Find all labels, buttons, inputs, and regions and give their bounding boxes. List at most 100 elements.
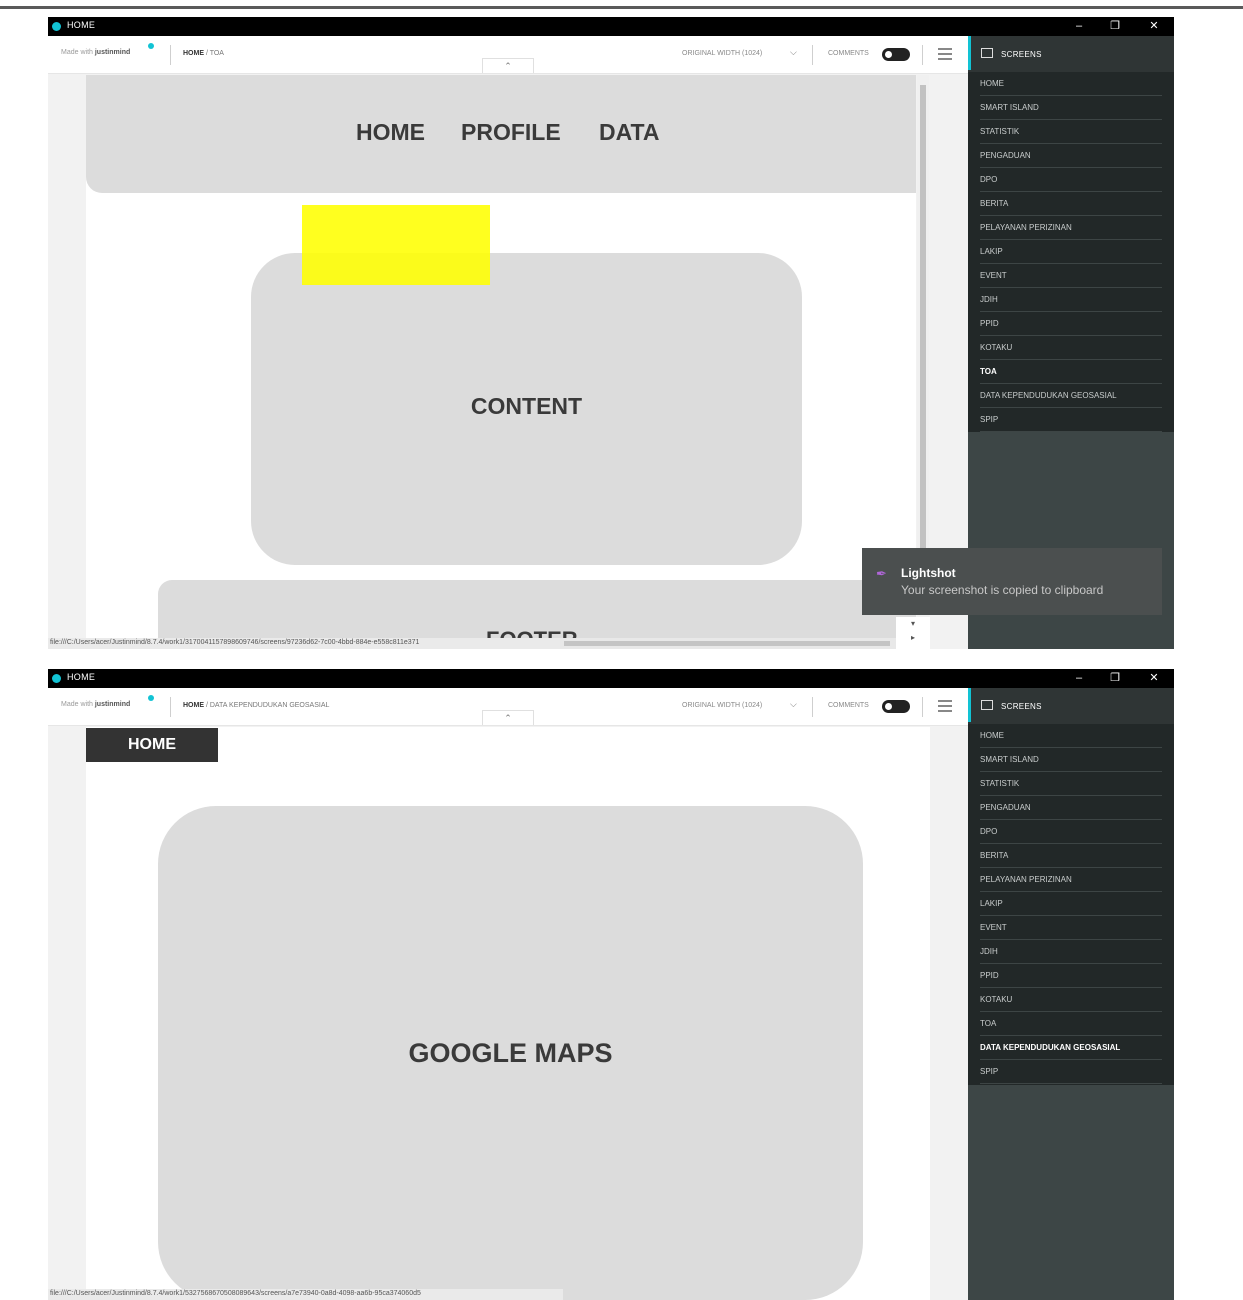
document-top-border	[0, 0, 1243, 9]
lightshot-notification[interactable]: ✒ Lightshot Your screenshot is copied to…	[862, 548, 1162, 615]
sidebar-empty-area	[968, 432, 1174, 649]
screen-item-home[interactable]: HOME	[980, 72, 1162, 96]
divider	[922, 45, 923, 65]
screen-item-event[interactable]: EVENT	[980, 264, 1162, 288]
menu-icon[interactable]	[938, 48, 952, 60]
justinmind-logo: justinmind	[94, 49, 131, 56]
chevron-down-icon[interactable]: ⌵	[790, 699, 797, 710]
screens-sidebar: SCREENS HOME SMART ISLAND STATISTIK PENG…	[968, 688, 1174, 1300]
screen-item-smart-island[interactable]: SMART ISLAND	[980, 748, 1162, 772]
screen-item-pelayanan-perizinan[interactable]: PELAYANAN PERIZINAN	[980, 868, 1162, 892]
app-dot-icon	[52, 22, 61, 31]
nav-home[interactable]: HOME	[356, 119, 425, 146]
screens-icon	[981, 48, 993, 58]
maximize-icon[interactable]: ❐	[1106, 670, 1124, 686]
menu-icon[interactable]	[938, 700, 952, 712]
screen-item-event[interactable]: EVENT	[980, 916, 1162, 940]
nav-data[interactable]: DATA	[599, 119, 659, 146]
scroll-down-arrow[interactable]: ▾ ▸	[896, 617, 930, 649]
chevron-down-icon[interactable]: ⌵	[790, 47, 797, 58]
chevron-up-icon[interactable]: ⌃	[482, 58, 534, 73]
screens-list: HOME SMART ISLAND STATISTIK PENGADUAN DP…	[968, 724, 1174, 1088]
screen-item-dpo[interactable]: DPO	[980, 820, 1162, 844]
divider	[170, 697, 171, 717]
screen-item-toa[interactable]: TOA	[980, 360, 1162, 384]
screen-item-jdih[interactable]: JDIH	[980, 940, 1162, 964]
highlight-box	[302, 205, 490, 285]
sidebar-accent	[968, 36, 971, 70]
minimize-icon[interactable]: –	[1070, 670, 1088, 686]
feather-icon: ✒	[876, 566, 887, 581]
comments-toggle[interactable]	[882, 700, 910, 713]
status-url: file:///C:/Users/acer/Justinmind/8.7.4/w…	[48, 1289, 563, 1300]
screen-item-smart-island[interactable]: SMART ISLAND	[980, 96, 1162, 120]
screens-header[interactable]: SCREENS	[981, 48, 1042, 59]
minimize-icon[interactable]: –	[1070, 18, 1088, 34]
prototype-canvas: HOME PROFILE DATA CONTENT FOOTER	[86, 75, 916, 643]
comments-toggle[interactable]	[882, 48, 910, 61]
breadcrumb-current: / TOA	[204, 50, 224, 57]
divider	[812, 45, 813, 65]
screen-item-kotaku[interactable]: KOTAKU	[980, 336, 1162, 360]
title-bar: HOME – ❐ ✕	[48, 669, 1174, 688]
screens-header[interactable]: SCREENS	[981, 700, 1042, 711]
sidebar-accent	[968, 688, 971, 722]
screen-item-spip[interactable]: SPIP	[980, 408, 1162, 432]
nav-profile[interactable]: PROFILE	[461, 119, 561, 146]
justinmind-dot-icon	[148, 43, 154, 49]
screen-item-jdih[interactable]: JDIH	[980, 288, 1162, 312]
justinmind-logo: justinmind	[94, 701, 131, 708]
maps-label: GOOGLE MAPS	[408, 1038, 613, 1068]
made-with-label: Made with justinmind	[61, 701, 131, 708]
screens-list: HOME SMART ISLAND STATISTIK PENGADUAN DP…	[968, 72, 1174, 436]
scroll-thumb[interactable]	[564, 641, 890, 646]
divider	[812, 697, 813, 717]
scroll-thumb[interactable]	[920, 85, 926, 565]
screen-item-ppid[interactable]: PPID	[980, 964, 1162, 988]
title-bar: HOME – ❐ ✕	[48, 17, 1174, 36]
screen-item-statistik[interactable]: STATISTIK	[980, 120, 1162, 144]
comments-label: COMMENTS	[828, 702, 869, 709]
screen-item-data-kependudukan[interactable]: DATA KEPENDUDUKAN GEOSASIAL	[980, 384, 1162, 408]
breadcrumb: HOME / DATA KEPENDUDUKAN GEOSASIAL	[183, 702, 329, 709]
screen-item-berita[interactable]: BERITA	[980, 844, 1162, 868]
maximize-icon[interactable]: ❐	[1106, 18, 1124, 34]
breadcrumb-root[interactable]: HOME	[183, 50, 204, 57]
screen-item-pengaduan[interactable]: PENGADUAN	[980, 796, 1162, 820]
screen-item-pengaduan[interactable]: PENGADUAN	[980, 144, 1162, 168]
window-title: HOME	[67, 672, 96, 682]
toast-title: Lightshot	[901, 566, 956, 580]
status-url: file:///C:/Users/acer/Justinmind/8.7.4/w…	[48, 638, 560, 649]
width-selector[interactable]: ORIGINAL WIDTH (1024)	[682, 702, 762, 709]
screen-item-toa[interactable]: TOA	[980, 1012, 1162, 1036]
google-maps-placeholder: GOOGLE MAPS	[158, 806, 863, 1300]
screen-item-statistik[interactable]: STATISTIK	[980, 772, 1162, 796]
toast-message: Your screenshot is copied to clipboard	[901, 583, 1104, 597]
screen-item-kotaku[interactable]: KOTAKU	[980, 988, 1162, 1012]
breadcrumb-root[interactable]: HOME	[183, 702, 204, 709]
screen-item-lakip[interactable]: LAKIP	[980, 892, 1162, 916]
app-dot-icon	[52, 674, 61, 683]
screen-item-berita[interactable]: BERITA	[980, 192, 1162, 216]
prototype-canvas: HOME GOOGLE MAPS	[86, 727, 930, 1300]
screen-item-lakip[interactable]: LAKIP	[980, 240, 1162, 264]
close-icon[interactable]: ✕	[1145, 18, 1163, 34]
horizontal-scrollbar[interactable]	[560, 638, 930, 649]
made-with-label: Made with justinmind	[61, 49, 131, 56]
content-placeholder: CONTENT	[251, 253, 802, 565]
close-icon[interactable]: ✕	[1145, 670, 1163, 686]
chevron-up-icon[interactable]: ⌃	[482, 710, 534, 725]
screen-item-data-kependudukan[interactable]: DATA KEPENDUDUKAN GEOSASIAL	[980, 1036, 1162, 1060]
header-nav: HOME PROFILE DATA	[86, 75, 916, 193]
screen-item-spip[interactable]: SPIP	[980, 1060, 1162, 1084]
home-button[interactable]: HOME	[86, 728, 218, 762]
footer-placeholder: FOOTER	[158, 580, 916, 643]
content-label: CONTENT	[470, 393, 583, 419]
screen-item-ppid[interactable]: PPID	[980, 312, 1162, 336]
screen-item-home[interactable]: HOME	[980, 724, 1162, 748]
width-selector[interactable]: ORIGINAL WIDTH (1024)	[682, 50, 762, 57]
screen-item-dpo[interactable]: DPO	[980, 168, 1162, 192]
breadcrumb-current: / DATA KEPENDUDUKAN GEOSASIAL	[204, 702, 330, 709]
screens-icon	[981, 700, 993, 710]
screen-item-pelayanan-perizinan[interactable]: PELAYANAN PERIZINAN	[980, 216, 1162, 240]
